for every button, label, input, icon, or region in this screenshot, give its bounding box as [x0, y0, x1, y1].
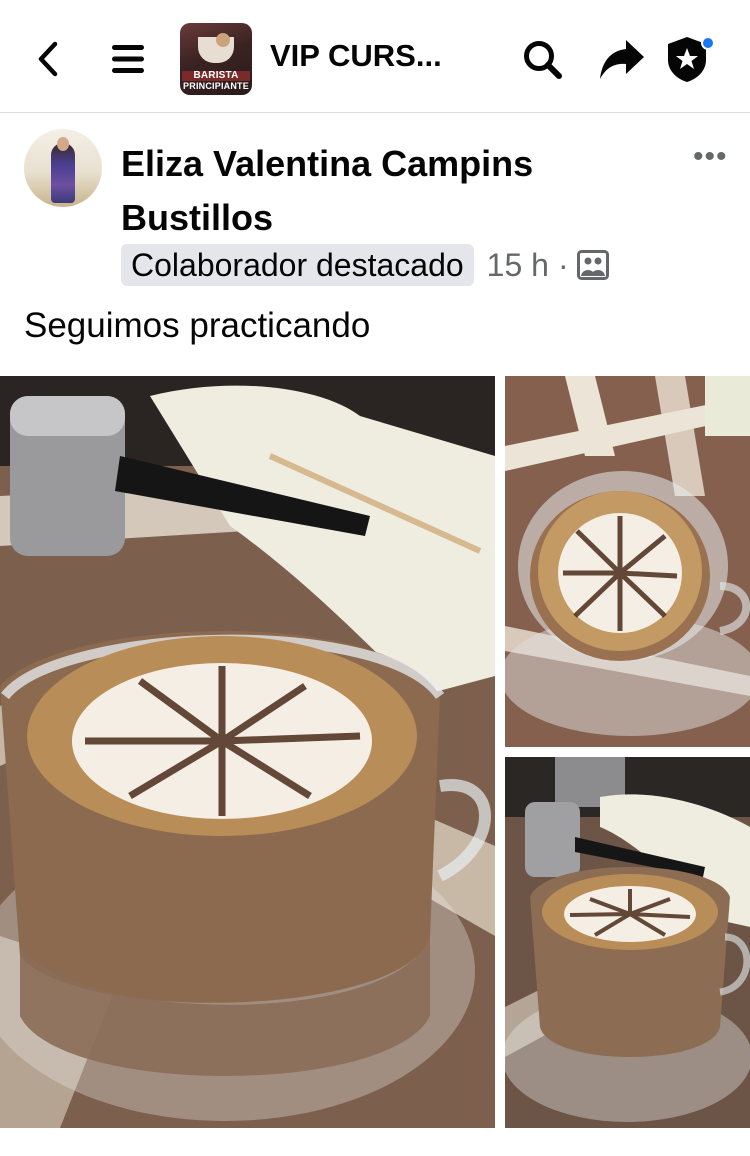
- meta-separator: ·: [557, 246, 569, 283]
- thumbnail-caption: BARISTA PRINCIPIANTE: [182, 71, 250, 91]
- post-meta: Colaborador destacado 15 h ·: [121, 244, 609, 286]
- search-button[interactable]: [520, 38, 566, 82]
- top-bar: BARISTA PRINCIPIANTE VIP CURS...: [0, 0, 750, 113]
- top-right-photo[interactable]: [505, 376, 750, 747]
- latte-art-photo: [505, 376, 750, 747]
- bottom-right-photo[interactable]: [505, 757, 750, 1128]
- group-thumbnail[interactable]: BARISTA PRINCIPIANTE: [180, 23, 252, 95]
- share-button[interactable]: [597, 36, 647, 82]
- more-icon[interactable]: •••: [693, 140, 728, 174]
- search-icon: [524, 41, 562, 79]
- back-button[interactable]: [28, 38, 68, 80]
- menu-button[interactable]: [106, 40, 150, 78]
- contributor-badge[interactable]: Colaborador destacado: [121, 244, 474, 286]
- avatar[interactable]: [24, 129, 102, 207]
- avatar-figure: [51, 143, 75, 203]
- back-icon: [38, 41, 58, 77]
- group-title[interactable]: VIP CURS...: [270, 38, 442, 74]
- thumbnail-caption-line-1: BARISTA: [182, 71, 250, 81]
- author-name[interactable]: Eliza Valentina Campins Bustillos: [121, 137, 641, 245]
- group-audience-icon: [576, 250, 609, 280]
- post-text: Seguimos practicando: [24, 306, 371, 345]
- latte-art-photo: [505, 757, 750, 1128]
- notification-dot: [701, 36, 715, 50]
- avatar-head: [57, 137, 69, 151]
- latte-art-photo: [0, 376, 495, 1128]
- menu-icon: [112, 45, 144, 73]
- main-photo[interactable]: [0, 376, 495, 1128]
- post-time[interactable]: 15 h: [487, 247, 549, 284]
- thumbnail-pastry: [216, 33, 230, 47]
- thumbnail-caption-line-2: PRINCIPIANTE: [183, 81, 249, 91]
- share-icon: [600, 40, 644, 79]
